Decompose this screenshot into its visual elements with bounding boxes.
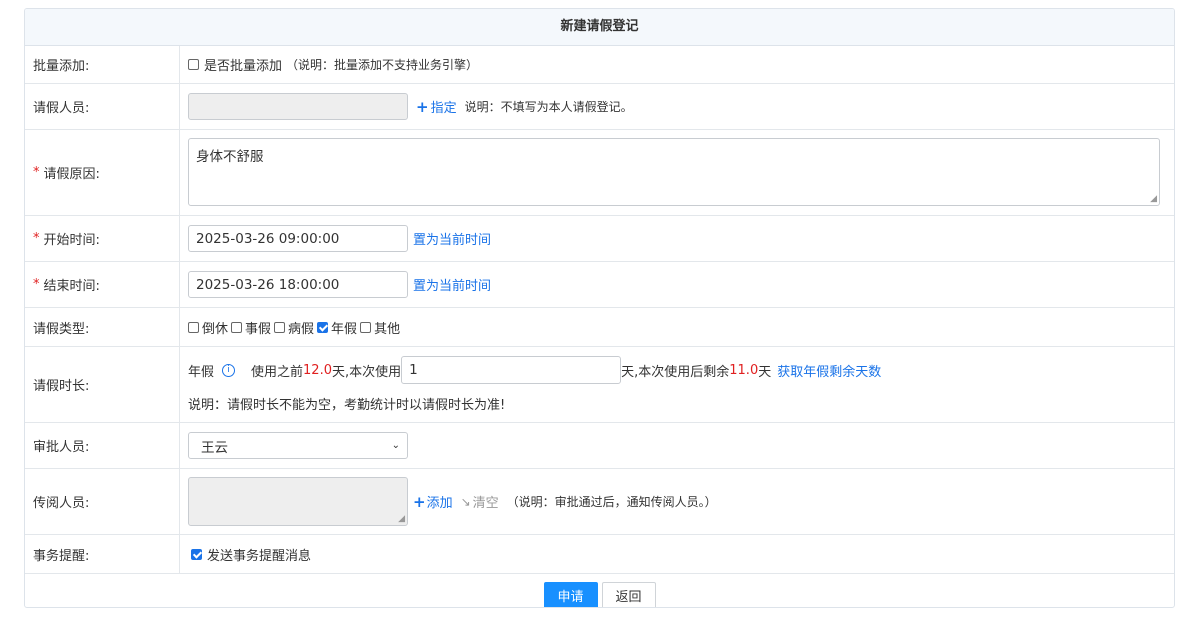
required-mark: *: [33, 277, 40, 292]
label-batch: 批量添加:: [25, 46, 180, 83]
row-cc: 传阅人员: ◢ + 添加 ↘ 清空 （说明：审批通过后，通知传阅人员。）: [25, 469, 1174, 535]
end-time-input[interactable]: 2025-03-26 18:00:00: [188, 271, 408, 298]
label-start: 开始时间:: [43, 233, 100, 248]
batch-checkbox[interactable]: [188, 59, 199, 70]
label-approver: 审批人员:: [25, 423, 180, 468]
start-time-input[interactable]: 2025-03-26 09:00:00: [188, 225, 408, 252]
label-reminder: 事务提醒:: [25, 535, 180, 573]
leave-type-checkbox[interactable]: [317, 321, 329, 333]
start-now-link[interactable]: 置为当前时间: [413, 229, 491, 248]
reason-text: 身体不舒服: [196, 149, 264, 165]
leave-type-option[interactable]: 病假: [274, 318, 314, 337]
row-reason: * 请假原因: 身体不舒服 ◢: [25, 130, 1174, 216]
required-mark: *: [33, 165, 40, 180]
leave-type-checkbox[interactable]: [188, 321, 199, 333]
cc-clear-link[interactable]: ↘ 清空: [460, 492, 499, 512]
batch-note: （说明：批量添加不支持业务引擎）: [286, 58, 479, 72]
chevron-down-icon: ⌄: [391, 440, 400, 451]
assign-link[interactable]: + 指定: [416, 97, 457, 117]
row-reminder: 事务提醒: 发送事务提醒消息: [25, 535, 1174, 574]
plus-icon: +: [416, 97, 429, 116]
leave-type-label: 倒休: [202, 321, 229, 337]
cc-clear-label: 清空: [472, 496, 499, 511]
reason-textarea[interactable]: 身体不舒服 ◢: [188, 138, 1160, 206]
form-title: 新建请假登记: [25, 9, 1174, 46]
label-duration: 请假时长:: [25, 347, 180, 422]
row-person: 请假人员: + 指定 说明：不填写为本人请假登记。: [25, 84, 1174, 130]
leave-type-label: 其他: [374, 321, 401, 337]
before-value: 12.0: [303, 362, 332, 378]
row-approver: 审批人员: 王云 ⌄: [25, 423, 1174, 469]
leave-type-label: 事假: [245, 321, 272, 337]
reminder-checkbox-label: 发送事务提醒消息: [207, 548, 312, 564]
leave-type-option[interactable]: 年假: [317, 318, 357, 337]
fetch-remaining-link[interactable]: 获取年假剩余天数: [777, 361, 881, 380]
resize-grip-icon[interactable]: ◢: [398, 514, 405, 524]
approver-selected: 王云: [201, 439, 228, 456]
cc-add-link[interactable]: + 添加: [413, 492, 453, 512]
assign-label: 指定: [430, 101, 457, 116]
person-note: 说明：不填写为本人请假登记。: [464, 100, 633, 114]
before-prefix: 使用之前: [251, 364, 304, 380]
row-duration: 请假时长: 年假 i 使用之前 12.0 天,本次使用 1 天,本次使用后剩余 …: [25, 347, 1174, 423]
resize-grip-icon[interactable]: ◢: [1150, 194, 1157, 204]
label-end: 结束时间:: [43, 279, 100, 294]
end-now-link[interactable]: 置为当前时间: [413, 275, 491, 294]
info-icon[interactable]: i: [222, 363, 236, 377]
duration-note: 说明：请假时长不能为空，考勤统计时以请假时长为准!: [188, 398, 506, 413]
after-suffix: 天: [758, 364, 772, 380]
button-bar: 申请 返回: [25, 574, 1174, 607]
label-leave-type: 请假类型:: [25, 308, 180, 346]
leave-type-checkbox[interactable]: [231, 321, 243, 333]
cc-note: （说明：审批通过后，通知传阅人员。）: [506, 495, 717, 509]
required-mark: *: [33, 231, 40, 246]
leave-type-checkbox[interactable]: [360, 321, 372, 333]
leave-type-option[interactable]: 事假: [231, 318, 271, 337]
approver-select[interactable]: 王云 ⌄: [188, 432, 408, 459]
leave-type-label: 年假: [331, 321, 358, 337]
back-button[interactable]: 返回: [601, 581, 656, 607]
duration-type: 年假: [188, 364, 215, 380]
label-reason: 请假原因:: [43, 167, 100, 182]
leave-type-option[interactable]: 倒休: [188, 318, 228, 337]
clear-arrow-icon: ↘: [460, 494, 471, 509]
reminder-checkbox[interactable]: [191, 548, 202, 560]
person-input[interactable]: [188, 93, 408, 120]
leave-type-option[interactable]: 其他: [360, 318, 400, 337]
cc-textarea[interactable]: ◢: [188, 477, 408, 526]
leave-type-checkbox[interactable]: [274, 321, 286, 333]
label-cc: 传阅人员:: [25, 469, 180, 534]
row-batch: 批量添加: 是否批量添加 （说明：批量添加不支持业务引擎）: [25, 46, 1174, 84]
cc-add-label: 添加: [426, 496, 453, 511]
after-prefix: 天,本次使用后剩余: [621, 364, 730, 380]
label-person: 请假人员:: [25, 84, 180, 129]
after-value: 11.0: [729, 362, 759, 378]
leave-type-label: 病假: [288, 321, 315, 337]
row-start: * 开始时间: 2025-03-26 09:00:00 置为当前时间: [25, 216, 1174, 262]
row-end: * 结束时间: 2025-03-26 18:00:00 置为当前时间: [25, 262, 1174, 308]
before-suffix: 天,本次使用: [331, 364, 402, 380]
batch-checkbox-label: 是否批量添加: [204, 59, 283, 74]
duration-input[interactable]: 1: [401, 356, 622, 384]
plus-icon: +: [413, 492, 426, 511]
submit-button[interactable]: 申请: [543, 581, 598, 607]
row-leave-type: 请假类型: 倒休 事假 病假 年假 其他: [25, 308, 1174, 347]
leave-form-panel: 新建请假登记 批量添加: 是否批量添加 （说明：批量添加不支持业务引擎） 请假人…: [24, 8, 1175, 608]
